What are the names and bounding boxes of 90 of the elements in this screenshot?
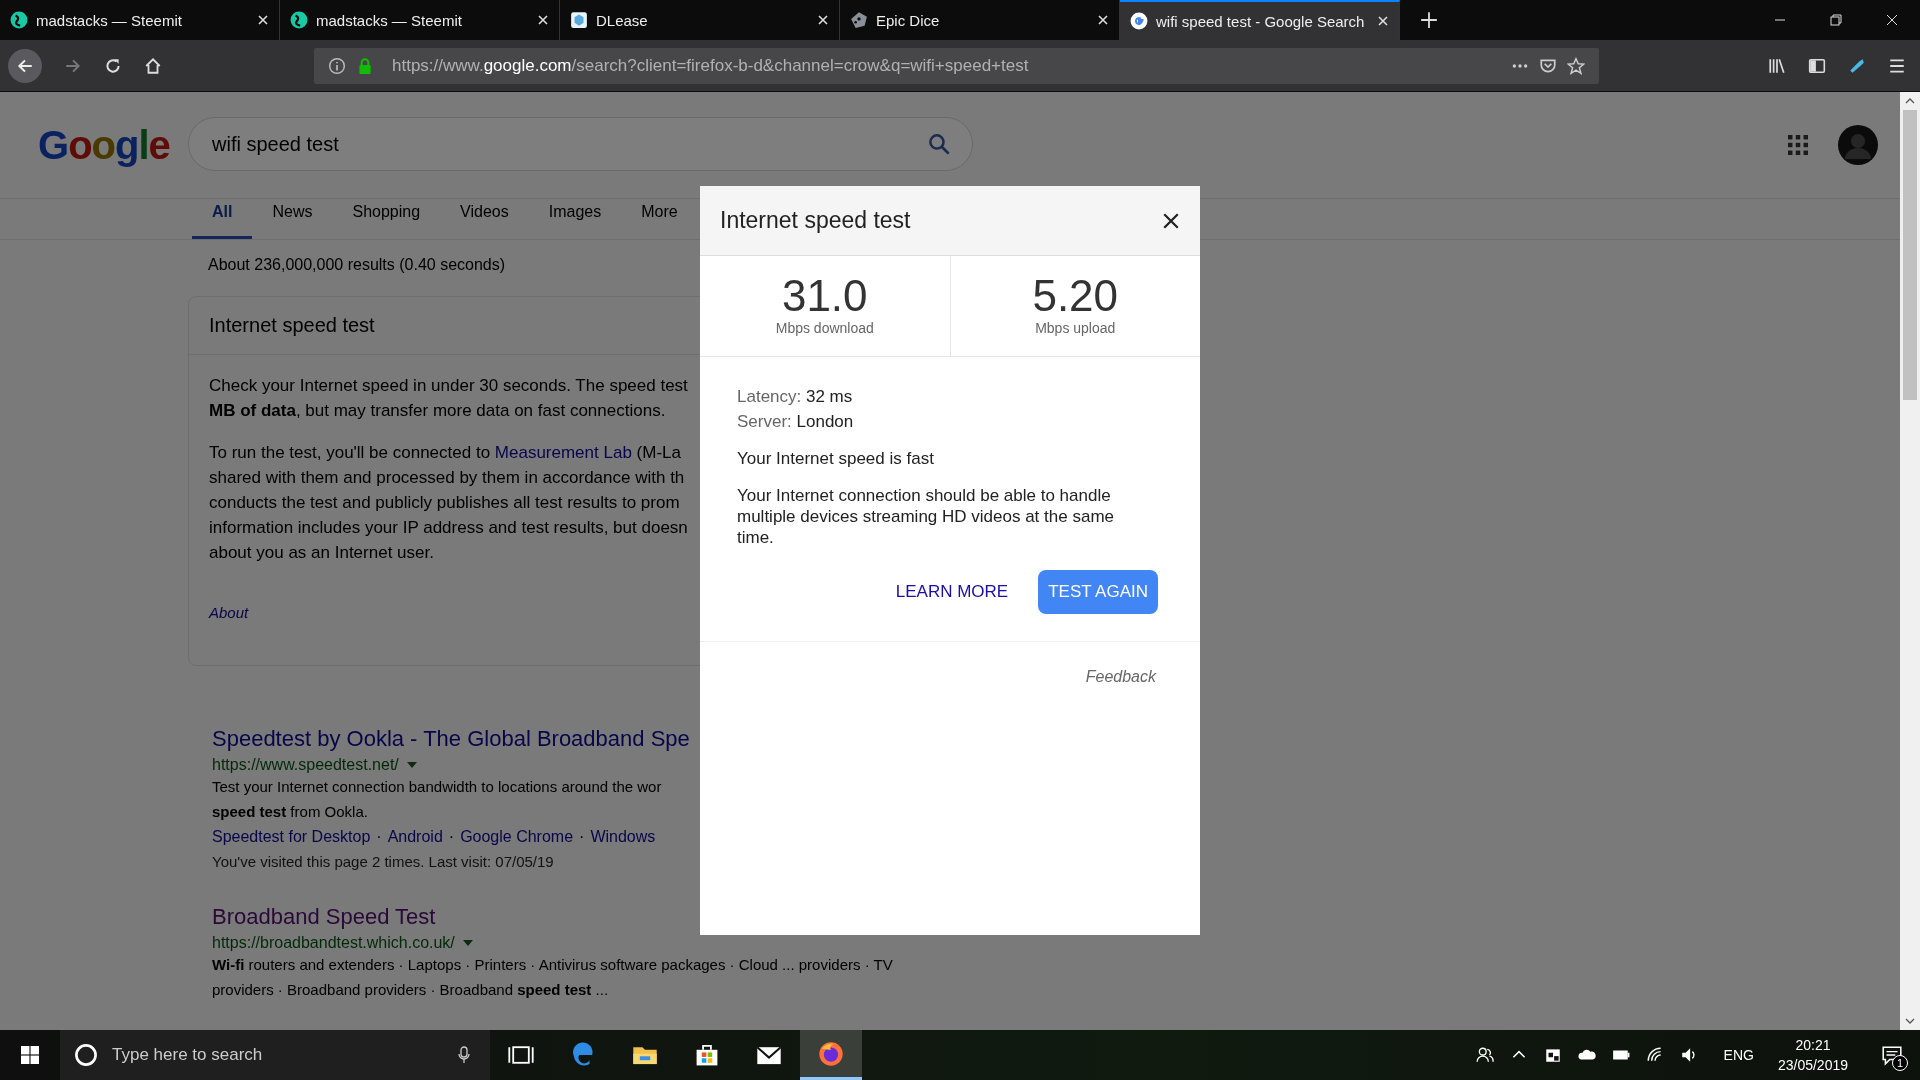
steemit-icon	[10, 11, 28, 29]
search-tab[interactable]: More	[621, 187, 698, 239]
speed-verdict: Your Internet speed is fast	[737, 449, 935, 469]
result-title-link[interactable]: Speedtest by Ookla - The Global Broadband Spe	[212, 726, 690, 752]
speed-description: Your Internet connection should be able to handle multiple devices streaming HD videos at the same time.	[737, 485, 1115, 548]
search-tab[interactable]: Images	[528, 187, 622, 239]
sitelink[interactable]: Google Chrome	[460, 824, 574, 849]
visited-note: You've visited this page 2 times. Last visit: 07/05/19	[212, 852, 554, 872]
dice-icon	[850, 11, 868, 29]
separator-dot: ·	[448, 827, 455, 847]
result-url: https://www.speedtest.net/	[212, 756, 399, 774]
server-text: Server: London	[737, 411, 855, 433]
upload-label: Mbps upload	[1035, 320, 1116, 336]
paragraph-line: about you as an Internet user.	[209, 542, 434, 564]
result-title-link[interactable]: Broadband Speed Test	[212, 904, 436, 930]
firefox-icon	[818, 1040, 844, 1067]
paragraph-line: To run the test, you'll be connected to Measurement Lab (M-La	[209, 442, 681, 464]
search-tab[interactable]: Videos	[440, 187, 529, 239]
result-snippet: speed test from Ookla.	[212, 802, 368, 822]
language-indicator[interactable]: ENG	[1723, 1047, 1754, 1063]
dialog-title: Internet speed test	[720, 207, 912, 234]
search-icon[interactable]	[928, 133, 950, 155]
paragraph-line: Check your Internet speed in under 30 seconds. The speed test	[209, 375, 688, 397]
lock-icon	[356, 56, 374, 75]
upload-speed: 5.20	[1032, 274, 1119, 318]
extension-icon[interactable]	[1848, 56, 1866, 75]
circle-icon[interactable]	[74, 1043, 98, 1067]
caret-icon[interactable]	[462, 940, 473, 946]
separator-dot: ·	[579, 827, 585, 847]
sidebar-icon[interactable]	[1808, 56, 1826, 75]
browser-tab[interactable]: wifi speed test - Google Search	[1120, 0, 1400, 40]
back-button[interactable]	[8, 48, 42, 83]
people-icon[interactable]	[1475, 1046, 1494, 1064]
restore-icon[interactable]	[1830, 14, 1842, 26]
google-logo[interactable]: Google	[38, 122, 188, 168]
result-snippet: Test your Internet connection bandwidth to locations around the wor	[212, 777, 662, 797]
library-icon[interactable]	[1768, 56, 1786, 75]
notifications-button[interactable]: 1	[1872, 1035, 1912, 1075]
home-icon[interactable]	[144, 56, 162, 75]
message-icon	[1881, 1044, 1903, 1066]
about-link[interactable]: About	[209, 604, 249, 621]
sitelink[interactable]: Speedtest for Desktop	[212, 824, 371, 849]
shopping-bag-icon	[694, 1042, 720, 1068]
reload-icon[interactable]	[104, 56, 122, 75]
result-stats: About 236,000,000 results (0.40 seconds)	[207, 255, 506, 275]
search-tab[interactable]: Shopping	[332, 187, 441, 239]
paragraph-line: shared with them and processed by them in accordance with th	[209, 467, 685, 489]
address-bar[interactable]: https://www.google.com/search?client=firefox-b-d&channel=crow&q=wifi+speed+test	[314, 47, 1599, 84]
scroll-down-icon[interactable]	[1905, 1018, 1915, 1024]
taskbar-app[interactable]	[800, 1030, 862, 1080]
download-label: Mbps download	[775, 320, 874, 336]
steemit-icon	[290, 11, 308, 29]
test-again-button[interactable]: TEST AGAIN	[1038, 570, 1158, 614]
google-icon	[1130, 12, 1148, 30]
search-tab[interactable]: News	[252, 187, 333, 239]
paragraph-line: information includes your IP address and test results, but doesn	[209, 517, 688, 539]
latency-text: Latency: 32 ms	[737, 386, 854, 408]
wifi-icon[interactable]	[1645, 1046, 1664, 1064]
result-snippet: Wi-fi routers and extenders · Laptops · Printers · Antivirus software packages · Cloud ... providers · TV	[212, 955, 893, 975]
separator-dot: ·	[376, 827, 382, 847]
star-icon[interactable]	[1567, 56, 1585, 75]
scroll-up-icon[interactable]	[1905, 98, 1915, 104]
clock-time[interactable]: 20:21	[1795, 1035, 1831, 1055]
apps-grid-icon[interactable]	[1788, 135, 1808, 155]
scrollbar-thumb[interactable]	[1903, 110, 1917, 400]
scrollbar[interactable]	[1900, 92, 1920, 1030]
app-tray-icon[interactable]	[1543, 1046, 1562, 1064]
sitelink[interactable]: Windows	[590, 824, 656, 849]
avatar-icon[interactable]	[1838, 125, 1878, 165]
plus-icon[interactable]	[1420, 11, 1438, 29]
url-text: https://www.google.com/search?client=firefox-b-d&channel=crow&q=wifi+speed+test	[392, 55, 1029, 76]
learn-more-button[interactable]: LEARN MORE	[895, 582, 1009, 602]
result-snippet: providers · Broadband providers · Broadband speed test ...	[212, 980, 609, 1000]
clock-date[interactable]: 23/05/2019	[1777, 1055, 1848, 1075]
search-field[interactable]: wifi speed test	[188, 117, 973, 171]
microphone-icon[interactable]	[458, 1046, 470, 1064]
caret-icon[interactable]	[406, 762, 417, 768]
result-url: https://broadbandtest.which.co.uk/	[212, 934, 455, 952]
measurement-lab-link[interactable]: Measurement Lab	[494, 443, 632, 462]
info-icon[interactable]	[328, 56, 346, 75]
close-icon[interactable]	[1162, 211, 1180, 230]
paragraph-line: MB of data, but may transfer more data on fast connections.	[209, 400, 666, 422]
taskbar-search-field[interactable]: Type here to search	[60, 1030, 490, 1080]
sitelink[interactable]: Android	[387, 824, 443, 849]
menu-icon[interactable]	[1888, 56, 1906, 75]
search-tab[interactable]: All	[192, 187, 253, 239]
windows-icon[interactable]	[21, 1046, 39, 1064]
paragraph-line: conducts the test and publicly publishes all test results to prom	[209, 492, 680, 514]
feedback-link[interactable]: Feedback	[1085, 668, 1156, 686]
notification-count: 1	[1892, 1055, 1908, 1071]
